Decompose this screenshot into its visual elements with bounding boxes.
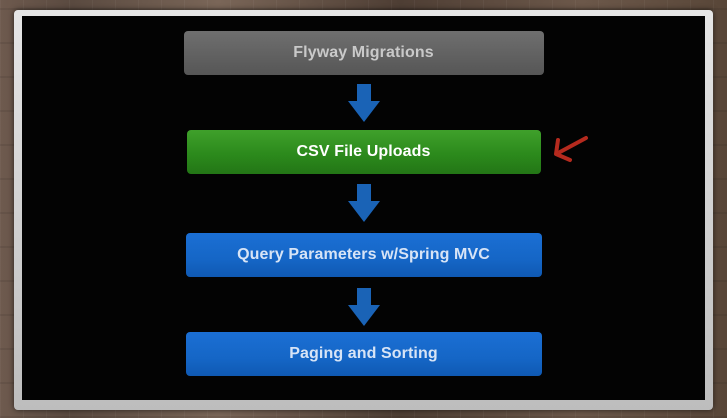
down-arrow-icon	[347, 184, 380, 222]
down-arrow-icon	[347, 288, 380, 326]
step-label: Paging and Sorting	[289, 345, 438, 362]
step-label: Flyway Migrations	[293, 44, 434, 61]
step-label: CSV File Uploads	[296, 143, 431, 160]
step-paging-and-sorting: Paging and Sorting	[185, 332, 542, 376]
step-flyway-migrations: Flyway Migrations	[183, 31, 544, 75]
slide-screen: Flyway Migrations CSV File Uploads Query…	[22, 16, 705, 400]
pointer-arrow-icon	[554, 136, 588, 162]
step-label: Query Parameters w/Spring MVC	[237, 246, 490, 263]
step-csv-file-uploads: CSV File Uploads	[186, 130, 541, 174]
down-arrow-icon	[347, 84, 380, 122]
step-query-parameters: Query Parameters w/Spring MVC	[185, 233, 542, 277]
